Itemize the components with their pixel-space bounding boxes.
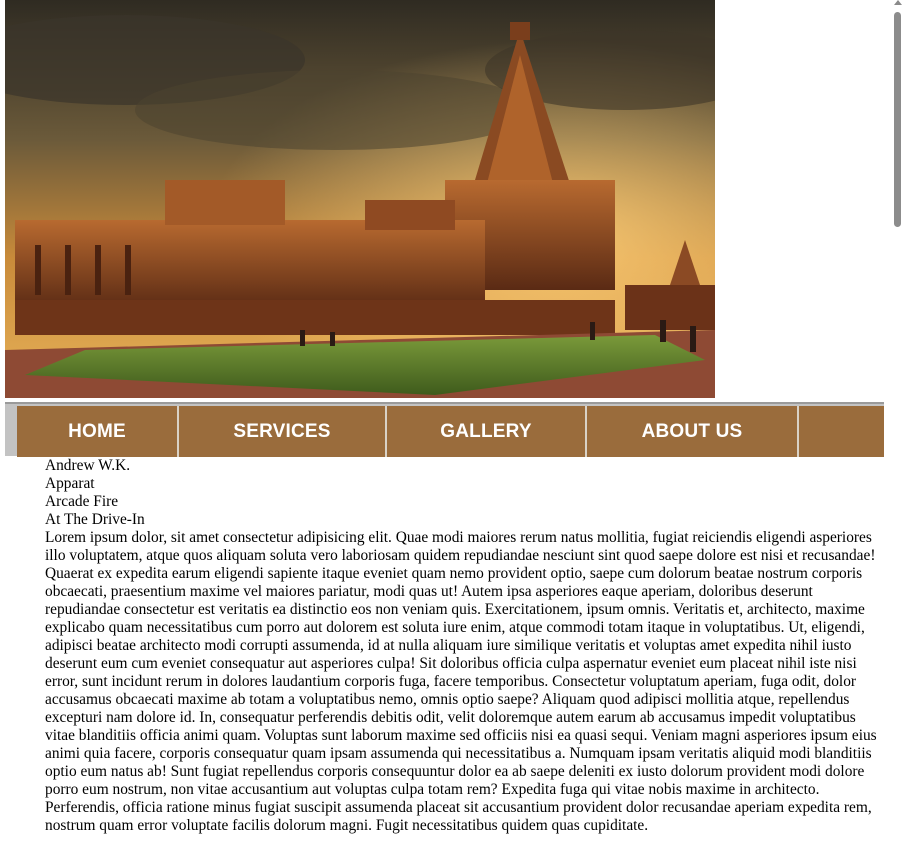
artist-item: At The Drive-In xyxy=(45,511,145,528)
scrollbar-thumb[interactable] xyxy=(894,12,901,227)
artist-item: Arcade Fire xyxy=(45,493,119,510)
vertical-scrollbar[interactable] xyxy=(892,0,904,860)
nav-empty-item[interactable] xyxy=(799,406,884,457)
main-nav: HOME SERVICES GALLERY ABOUT US xyxy=(5,402,884,457)
main-content: Andrew W.K. Apparat Arcade Fire At The D… xyxy=(45,457,883,835)
hero-image xyxy=(5,0,715,398)
nav-about-us[interactable]: ABOUT US xyxy=(587,406,797,457)
temple-photo xyxy=(5,0,715,398)
artist-item: Apparat xyxy=(45,475,95,492)
nav-services[interactable]: SERVICES xyxy=(179,406,385,457)
artist-item: Andrew W.K. xyxy=(45,457,131,474)
body-paragraph: Lorem ipsum dolor, sit amet consectetur … xyxy=(45,529,877,834)
nav-home[interactable]: HOME xyxy=(17,406,177,457)
scroll-up-arrow-icon[interactable] xyxy=(894,0,902,5)
nav-gallery[interactable]: GALLERY xyxy=(387,406,585,457)
